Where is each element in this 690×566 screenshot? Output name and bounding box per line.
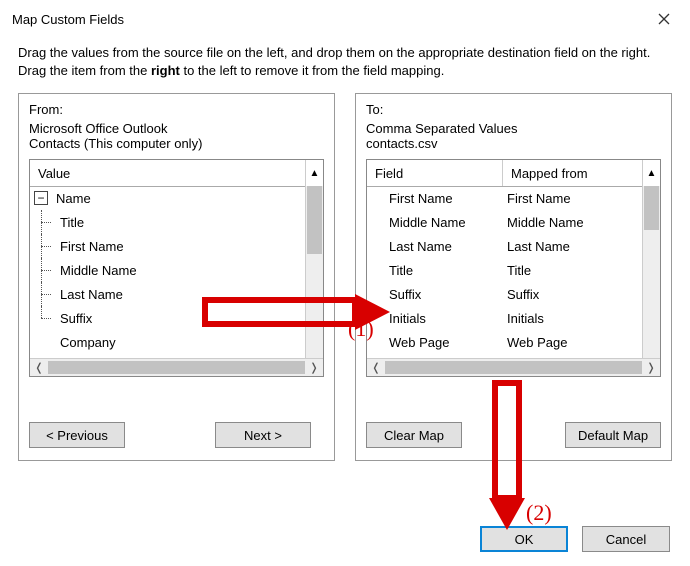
- mapped-from-cell: Title: [503, 263, 643, 278]
- from-buttons: < Previous Next >: [29, 422, 324, 448]
- close-icon[interactable]: [648, 8, 680, 30]
- dialog-window: Map Custom Fields Drag the values from t…: [0, 0, 690, 566]
- dialog-buttons: OK Cancel: [480, 526, 670, 552]
- from-label: From:: [29, 102, 324, 117]
- tree-branch-icon: [30, 258, 58, 282]
- to-buttons: Clear Map Default Map: [366, 422, 661, 448]
- to-label: To:: [366, 102, 661, 117]
- tree-item[interactable]: First Name: [30, 234, 306, 258]
- tree-item[interactable]: Company: [30, 330, 306, 354]
- from-vertical-scrollbar[interactable]: [305, 186, 323, 359]
- from-source-line2: Contacts (This computer only): [29, 136, 324, 151]
- mapped-from-cell: Web Page: [503, 335, 643, 350]
- tree-branch-icon: [30, 234, 58, 258]
- field-cell: Initials: [367, 311, 503, 326]
- clear-map-button[interactable]: Clear Map: [366, 422, 462, 448]
- scrollbar-thumb[interactable]: [307, 186, 322, 254]
- table-row[interactable]: TitleTitle: [367, 258, 643, 282]
- from-list-body[interactable]: −Name Title First Name Middle Name Last Name…: [30, 186, 306, 359]
- field-cell: Suffix: [367, 287, 503, 302]
- default-map-button[interactable]: Default Map: [565, 422, 661, 448]
- from-list-header[interactable]: Value ▲: [30, 160, 323, 187]
- table-row[interactable]: Middle NameMiddle Name: [367, 210, 643, 234]
- tree-branch-icon: [30, 210, 58, 234]
- next-button[interactable]: Next >: [215, 422, 311, 448]
- instructions-text: Drag the values from the source file on …: [0, 36, 690, 83]
- scroll-right-icon[interactable]: ❭: [642, 361, 660, 374]
- tree-item-label: Suffix: [58, 311, 92, 326]
- ok-button[interactable]: OK: [480, 526, 568, 552]
- tree-item[interactable]: Suffix: [30, 306, 306, 330]
- to-dest-line1: Comma Separated Values: [366, 121, 661, 136]
- table-row[interactable]: InitialsInitials: [367, 306, 643, 330]
- to-vertical-scrollbar[interactable]: [642, 186, 660, 359]
- cancel-button[interactable]: Cancel: [582, 526, 670, 552]
- mapped-from-cell: Suffix: [503, 287, 643, 302]
- scroll-left-icon[interactable]: ❬: [367, 361, 385, 374]
- scrollbar-thumb[interactable]: [48, 361, 305, 374]
- to-listbox[interactable]: Field Mapped from ▲ First NameFirst Name…: [366, 159, 661, 377]
- previous-button[interactable]: < Previous: [29, 422, 125, 448]
- field-cell: Web Page: [367, 335, 503, 350]
- field-cell: First Name: [367, 191, 503, 206]
- to-panel: To: Comma Separated Values contacts.csv …: [355, 93, 672, 461]
- scroll-left-icon[interactable]: ❬: [30, 361, 48, 374]
- to-header-mapped[interactable]: Mapped from: [503, 160, 643, 186]
- tree-branch-icon: [30, 282, 58, 306]
- tree-item-root[interactable]: −Name: [30, 186, 306, 210]
- table-row[interactable]: First NameFirst Name: [367, 186, 643, 210]
- mapped-from-cell: First Name: [503, 191, 643, 206]
- instr-part2: to the left to remove it from the field …: [180, 63, 444, 78]
- tree-item-label: Title: [58, 215, 84, 230]
- instr-bold: right: [151, 63, 180, 78]
- table-row[interactable]: Last NameLast Name: [367, 234, 643, 258]
- to-list-body[interactable]: First NameFirst NameMiddle NameMiddle Na…: [367, 186, 643, 359]
- scroll-right-icon[interactable]: ❭: [305, 361, 323, 374]
- mapped-from-cell: Initials: [503, 311, 643, 326]
- to-dest-line2: contacts.csv: [366, 136, 661, 151]
- titlebar: Map Custom Fields: [0, 0, 690, 36]
- chevron-up-icon[interactable]: ▲: [643, 160, 660, 186]
- dialog-title: Map Custom Fields: [12, 12, 648, 27]
- field-cell: Middle Name: [367, 215, 503, 230]
- tree-item-label: Company: [58, 335, 116, 350]
- field-cell: Last Name: [367, 239, 503, 254]
- mapped-from-cell: Last Name: [503, 239, 643, 254]
- from-horizontal-scrollbar[interactable]: ❬ ❭: [30, 358, 323, 376]
- tree-item-label: Last Name: [58, 287, 123, 302]
- from-panel: From: Microsoft Office Outlook Contacts …: [18, 93, 335, 461]
- from-listbox[interactable]: Value ▲ −Name Title First Name Middle Name L…: [29, 159, 324, 377]
- from-source-line1: Microsoft Office Outlook: [29, 121, 324, 136]
- collapse-icon[interactable]: −: [34, 191, 48, 205]
- from-header-value[interactable]: Value: [30, 160, 306, 186]
- to-header-field[interactable]: Field: [367, 160, 503, 186]
- table-row[interactable]: SuffixSuffix: [367, 282, 643, 306]
- tree-item[interactable]: Middle Name: [30, 258, 306, 282]
- tree-item[interactable]: Last Name: [30, 282, 306, 306]
- annotation-label-2: (2): [526, 500, 552, 526]
- scrollbar-thumb[interactable]: [644, 186, 659, 230]
- chevron-up-icon[interactable]: ▲: [306, 160, 323, 186]
- to-list-header[interactable]: Field Mapped from ▲: [367, 160, 660, 187]
- table-row[interactable]: Web PageWeb Page: [367, 330, 643, 354]
- to-horizontal-scrollbar[interactable]: ❬ ❭: [367, 358, 660, 376]
- tree-item-label: Name: [54, 191, 91, 206]
- scrollbar-thumb[interactable]: [385, 361, 642, 374]
- field-cell: Title: [367, 263, 503, 278]
- tree-item-label: Middle Name: [58, 263, 137, 278]
- tree-branch-icon: [30, 306, 58, 330]
- mapped-from-cell: Middle Name: [503, 215, 643, 230]
- tree-item[interactable]: Title: [30, 210, 306, 234]
- panels-container: From: Microsoft Office Outlook Contacts …: [0, 83, 690, 467]
- tree-item-label: First Name: [58, 239, 124, 254]
